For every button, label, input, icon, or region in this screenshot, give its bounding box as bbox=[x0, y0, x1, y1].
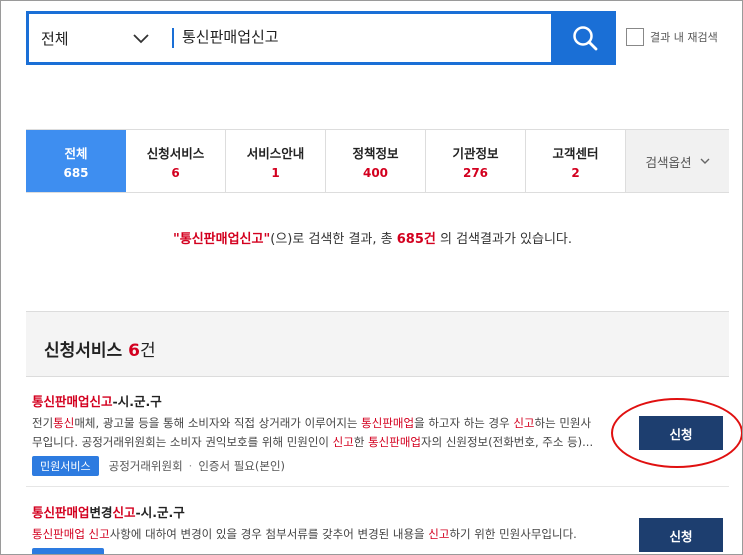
category-badge bbox=[32, 548, 104, 554]
summary-total: 685건 bbox=[396, 232, 436, 247]
title-rest: -시.군.구 bbox=[135, 505, 185, 520]
desc-text: 무입니다. 공정거래위원회는 소비자 권익보호를 위해 민원인이 bbox=[32, 435, 333, 449]
result-title-link[interactable]: 통신판매업신고-시.군.구 bbox=[32, 391, 162, 410]
summary-tail: 의 검색결과가 있습니다. bbox=[435, 232, 573, 247]
desc-highlight: 신고 bbox=[428, 527, 450, 541]
separator: · bbox=[188, 459, 193, 473]
chevron-down-icon bbox=[700, 158, 709, 164]
result-summary: "통신판매업신고"(으)로 검색한 결과, 총 685건 의 검색결과가 있습니… bbox=[1, 228, 742, 247]
section-unit: 건 bbox=[139, 341, 156, 361]
input-caret bbox=[172, 28, 174, 48]
search-options-label: 검색옵션 bbox=[645, 154, 692, 170]
tab-count: 6 bbox=[171, 165, 180, 180]
desc-highlight: 통신 bbox=[53, 416, 75, 430]
search-icon bbox=[573, 26, 598, 51]
result-meta: 민원서비스 공정거래위원회 · 인증서 필요(본인) bbox=[32, 456, 285, 476]
tab-label: 정책정보 bbox=[352, 145, 399, 161]
tab-agency-info[interactable]: 기관정보 276 bbox=[426, 130, 526, 192]
desc-highlight: 신고 bbox=[513, 416, 535, 430]
page: 전체 통신판매업신고 결과 내 재검색 전체 685 신청서비스 6 서비스안내… bbox=[0, 0, 743, 555]
desc-text: 매체, 광고물 등을 통해 소비자와 직접 상거래가 이루어지는 bbox=[74, 416, 362, 430]
tab-label: 기관정보 bbox=[452, 145, 499, 161]
result-description: 전기통신매체, 광고물 등을 통해 소비자와 직접 상거래가 이루어지는 통신판… bbox=[32, 414, 612, 452]
title-highlight: 통신판매업신고 bbox=[32, 394, 113, 409]
title-rest: -시.군.구 bbox=[112, 394, 162, 409]
tab-count: 276 bbox=[462, 165, 489, 180]
result-title-link[interactable]: 통신판매업변경신고-시.군.구 bbox=[32, 502, 185, 521]
search-options-button[interactable]: 검색옵션 bbox=[626, 130, 729, 192]
desc-text: 전기 bbox=[32, 416, 54, 430]
search-input[interactable]: 통신판매업신고 bbox=[182, 26, 279, 47]
search-scope-select[interactable]: 전체 bbox=[41, 28, 69, 49]
title-text: 변경 bbox=[89, 505, 113, 520]
desc-highlight: 통신판매업 bbox=[361, 416, 415, 430]
category-badge: 민원서비스 bbox=[32, 456, 99, 476]
section-title-text: 신청서비스 bbox=[44, 341, 123, 361]
section-header: 신청서비스 6건 bbox=[26, 311, 729, 377]
title-highlight: 신고 bbox=[112, 505, 136, 520]
search-button[interactable] bbox=[554, 11, 616, 65]
desc-text: 을 하고자 하는 경우 bbox=[414, 416, 514, 430]
auth-requirement: 인증서 필요(본인) bbox=[198, 459, 286, 473]
agency-name: 공정거래위원회 bbox=[108, 459, 183, 473]
tab-count: 400 bbox=[362, 165, 389, 180]
tab-application-services[interactable]: 신청서비스 6 bbox=[126, 130, 226, 192]
desc-highlight: 신고 bbox=[332, 435, 354, 449]
tab-label: 서비스안내 bbox=[246, 145, 305, 161]
chevron-down-icon[interactable] bbox=[131, 28, 151, 48]
re-search-checkbox[interactable] bbox=[626, 28, 644, 46]
section-count: 6 bbox=[128, 341, 140, 361]
desc-text: 한 bbox=[353, 435, 369, 449]
desc-highlight: 통신판매업 신고 bbox=[32, 527, 110, 541]
desc-highlight: 통신판매업 bbox=[368, 435, 421, 449]
tab-customer-center[interactable]: 고객센터 2 bbox=[526, 130, 626, 192]
tab-label: 전체 bbox=[64, 145, 88, 161]
tab-all[interactable]: 전체 685 bbox=[26, 130, 126, 192]
section-title: 신청서비스 6건 bbox=[44, 336, 156, 361]
title-highlight: 통신판매업 bbox=[32, 505, 90, 520]
desc-text: 하기 위한 민원사무입니다. bbox=[449, 527, 577, 541]
desc-text: 자의 신원정보(전화번호, 주소 등)... bbox=[421, 435, 594, 449]
tab-count: 1 bbox=[271, 165, 280, 180]
annotation-circle bbox=[611, 398, 742, 468]
desc-text: 사항에 대하여 변경이 있을 경우 첨부서류를 갖추어 변경된 내용을 bbox=[109, 527, 429, 541]
tab-service-guide[interactable]: 서비스안내 1 bbox=[226, 130, 326, 192]
desc-text: 하는 민원사 bbox=[534, 416, 592, 430]
summary-keyword: "통신판매업신고" bbox=[172, 232, 271, 247]
result-item: 통신판매업변경신고-시.군.구 통신판매업 신고사항에 대하여 변경이 있을 경… bbox=[26, 498, 729, 554]
apply-button[interactable]: 신청 bbox=[639, 518, 723, 552]
result-description: 통신판매업 신고사항에 대하여 변경이 있을 경우 첨부서류를 갖추어 변경된 … bbox=[32, 525, 612, 544]
tab-count: 2 bbox=[571, 165, 580, 180]
category-tabs: 전체 685 신청서비스 6 서비스안내 1 정책정보 400 기관정보 276… bbox=[26, 129, 729, 193]
tab-label: 신청서비스 bbox=[146, 145, 205, 161]
summary-text: (으)로 검색한 결과, 총 bbox=[270, 232, 397, 247]
tab-policy-info[interactable]: 정책정보 400 bbox=[326, 130, 426, 192]
search-box: 전체 통신판매업신고 bbox=[26, 11, 554, 65]
re-search-option[interactable]: 결과 내 재검색 bbox=[626, 28, 718, 46]
re-search-label: 결과 내 재검색 bbox=[650, 31, 718, 44]
tab-count: 685 bbox=[63, 165, 89, 180]
tab-label: 고객센터 bbox=[552, 145, 599, 161]
